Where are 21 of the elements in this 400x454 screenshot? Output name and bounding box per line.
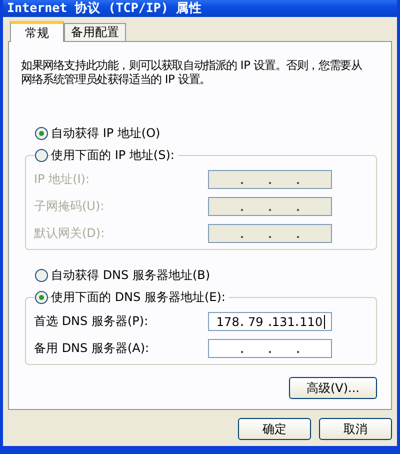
ip-address-field[interactable] [208, 170, 332, 189]
ip-address-field[interactable] [208, 197, 332, 216]
description-text: 如果网络支持此功能，则可以获取自动指派的 IP 设置。否则，您需要从网络系统管理员处获得适当的 IP 设置。 [21, 58, 363, 86]
tab[interactable]: 备用配置 [64, 23, 126, 41]
radio-label: 使用下面的 DNS 服务器地址(E): [51, 288, 230, 306]
radio-button[interactable] [35, 268, 48, 282]
ip-address-field[interactable] [208, 224, 332, 243]
field-label: 备用 DNS 服务器(A): [34, 340, 150, 357]
dialog-button[interactable]: 取消 [319, 418, 392, 440]
tab[interactable]: 常规 [10, 21, 64, 42]
field-label: 子网掩码(U): [34, 198, 104, 215]
window-title: Internet 协议 (TCP/IP) 属性 [7, 0, 202, 17]
ip-address-field[interactable] [208, 339, 332, 358]
radio-label: 使用下面的 IP 地址(S): [51, 146, 178, 164]
radio-button[interactable] [35, 290, 48, 304]
field-label: 默认网关(D): [34, 225, 105, 242]
ip-address-field[interactable]: 178 79 131 110 [208, 312, 332, 331]
field-label: IP 地址(I): [34, 171, 90, 188]
advanced-button[interactable]: 高级(V)... [289, 377, 377, 399]
dialog-button[interactable]: 确定 [238, 418, 311, 440]
field-label: 首选 DNS 服务器(P): [34, 313, 148, 330]
